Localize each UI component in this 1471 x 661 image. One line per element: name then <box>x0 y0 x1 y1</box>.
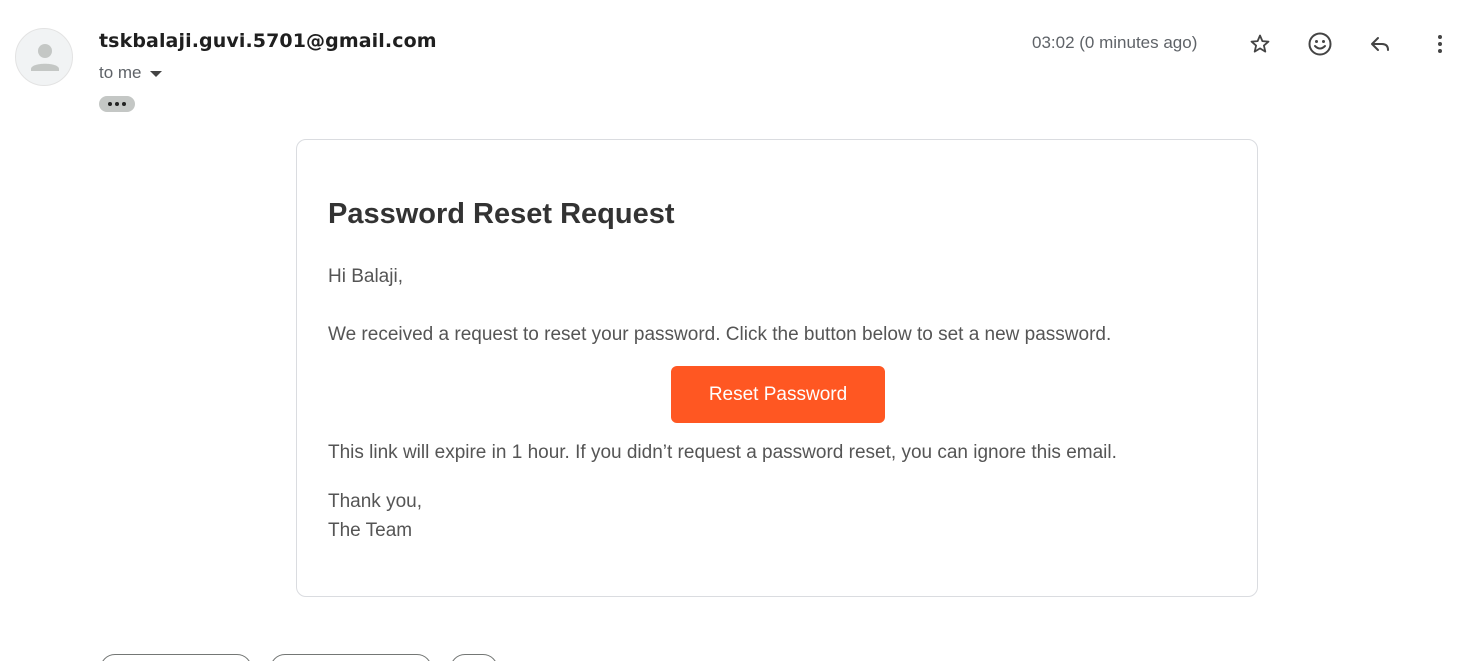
emoji-chip-button[interactable] <box>450 654 498 661</box>
sender-avatar[interactable] <box>15 28 73 86</box>
reply-chip-button[interactable] <box>100 654 252 661</box>
reply-icon <box>1371 37 1389 51</box>
email-view: tskbalaji.guvi.5701@gmail.com to me 03:0… <box>0 0 1471 661</box>
reset-password-button[interactable]: Reset Password <box>671 366 885 423</box>
reply-button[interactable] <box>1362 26 1398 62</box>
email-body-intro: We received a request to reset your pass… <box>328 324 1112 345</box>
star-button[interactable] <box>1242 26 1278 62</box>
show-trimmed-content-button[interactable] <box>99 96 135 112</box>
ellipsis-icon <box>108 102 112 106</box>
add-reaction-button[interactable] <box>1302 26 1338 62</box>
email-greeting: Hi Balaji, <box>328 266 403 287</box>
email-signoff: Thank you, <box>328 491 422 512</box>
sender-address: tskbalaji.guvi.5701@gmail.com <box>99 30 437 52</box>
ellipsis-dot <box>122 102 126 106</box>
person-icon <box>31 44 59 71</box>
recipient-details-toggle[interactable]: to me <box>99 63 162 83</box>
email-body-expiry: This link will expire in 1 hour. If you … <box>328 442 1117 463</box>
email-signature: The Team <box>328 520 413 541</box>
email-body-card: Password Reset Request Hi Balaji, We rec… <box>296 139 1258 597</box>
star-icon <box>1250 34 1270 53</box>
more-vert-icon <box>1438 35 1442 53</box>
caret-down-icon <box>149 71 162 77</box>
email-title: Password Reset Request <box>328 198 675 230</box>
more-options-button[interactable] <box>1422 26 1458 62</box>
ellipsis-dot <box>115 102 119 106</box>
email-timestamp: 03:02 (0 minutes ago) <box>1032 33 1198 52</box>
emoji-icon <box>1308 32 1332 56</box>
recipient-label: to me <box>99 63 142 82</box>
forward-chip-button[interactable] <box>270 654 432 661</box>
